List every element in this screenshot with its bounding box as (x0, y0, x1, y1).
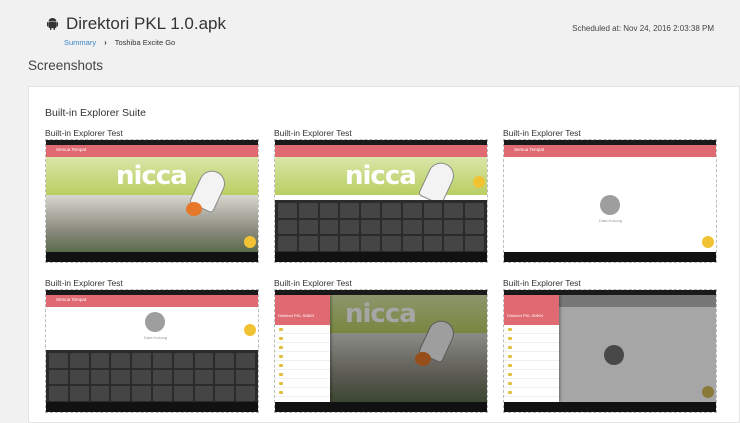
section-title: Screenshots (28, 58, 104, 73)
breadcrumb-summary-link[interactable]: Summary (64, 38, 96, 47)
chevron-right-icon: › (104, 38, 107, 47)
navigation-drawer: Direktori PKL SMKN (275, 295, 330, 402)
screenshot-label: Built-in Explorer Test (45, 128, 123, 138)
empty-state-text: Data Kosong (144, 335, 168, 340)
screenshot-label: Built-in Explorer Test (274, 278, 352, 288)
avatar (600, 195, 620, 215)
screenshot-label: Built-in Explorer Test (503, 128, 581, 138)
breadcrumb: Summary › Toshiba Excite Go (64, 38, 175, 47)
screenshot-image[interactable]: Semua Tempat nicca (45, 139, 259, 263)
report-header: Direktori PKL 1.0.apk Summary › Toshiba … (0, 0, 740, 52)
screenshot-card[interactable]: Built-in Explorer Test Semua Tempat Data… (503, 127, 717, 263)
screenshot-label: Built-in Explorer Test (45, 278, 123, 288)
toolbar-title: Semua Tempat (56, 297, 87, 302)
empty-state-text: Data Kosong (599, 218, 623, 223)
screenshot-image[interactable]: Semua Tempat Data Kosong (45, 289, 259, 413)
screenshot-image[interactable]: Direktori PKL SMKN (503, 289, 717, 413)
screenshot-card[interactable]: Built-in Explorer Test Semua Tempat nicc… (45, 127, 259, 263)
drawer-title: Direktori PKL SMKN (278, 313, 315, 318)
keyboard (275, 200, 487, 254)
screenshot-card[interactable]: Built-in Explorer Test nicca (274, 127, 488, 263)
app-title-text: Direktori PKL 1.0.apk (66, 14, 226, 33)
navigation-drawer: Direktori PKL SMKN (504, 295, 559, 402)
screenshot-image[interactable]: nicca (274, 139, 488, 263)
screenshot-card[interactable]: Built-in Explorer Test Semua Tempat Data… (45, 277, 259, 413)
screenshot-label: Built-in Explorer Test (503, 278, 581, 288)
screenshot-card[interactable]: Built-in Explorer Test nicca Direktori P… (274, 277, 488, 413)
screenshot-image[interactable]: Semua Tempat Data Kosong (503, 139, 717, 263)
scheduled-time: Scheduled at: Nov 24, 2016 2:03:38 PM (572, 24, 714, 33)
screenshot-label: Built-in Explorer Test (274, 128, 352, 138)
android-icon (47, 18, 58, 30)
toolbar-title: Semua Tempat (514, 147, 545, 152)
suite-title: Built-in Explorer Suite (45, 107, 146, 119)
drawer-title: Direktori PKL SMKN (507, 313, 544, 318)
screenshot-image[interactable]: nicca Direktori PKL SMKN (274, 289, 488, 413)
keyboard (46, 350, 258, 404)
app-title: Direktori PKL 1.0.apk (47, 14, 226, 34)
toolbar-title: Semua Tempat (56, 147, 87, 152)
breadcrumb-device: Toshiba Excite Go (114, 38, 176, 47)
screenshot-card[interactable]: Built-in Explorer Test Direktori PKL SMK… (503, 277, 717, 413)
screenshots-panel: Built-in Explorer Suite Built-in Explore… (28, 86, 740, 423)
avatar (145, 312, 165, 332)
fab-button (244, 236, 256, 248)
